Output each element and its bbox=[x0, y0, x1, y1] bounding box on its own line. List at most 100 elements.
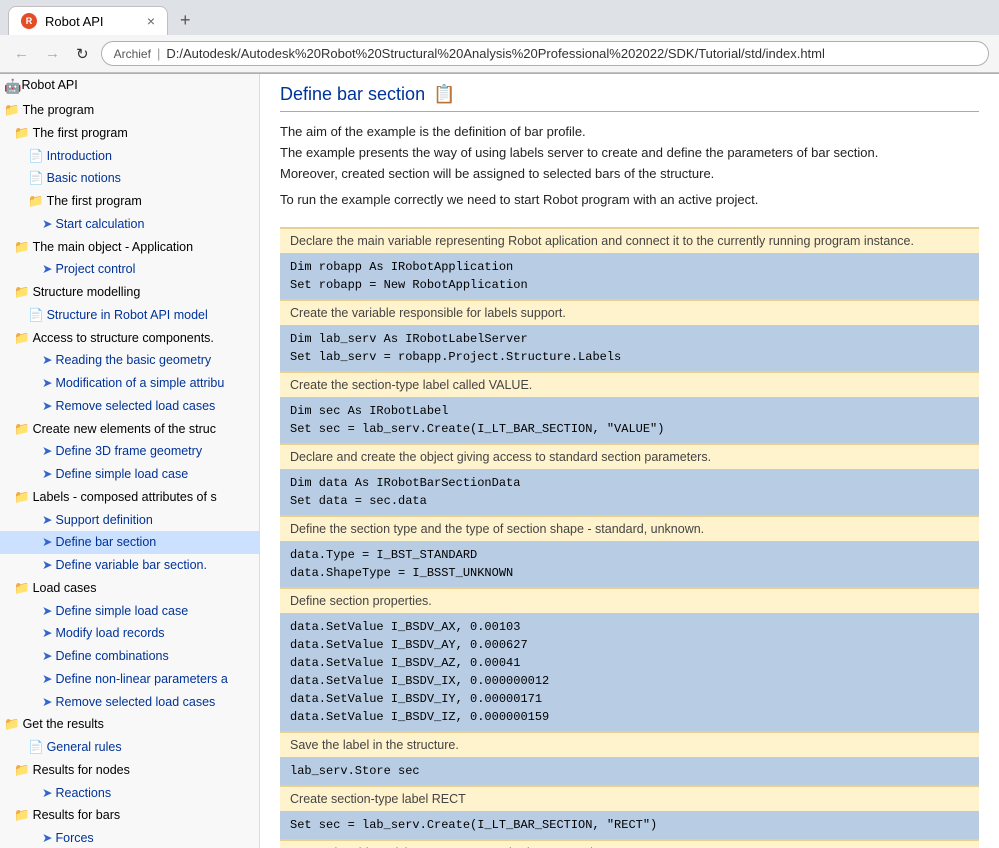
sidebar-item-modification-simple[interactable]: ➤Modification of a simple attribu bbox=[0, 372, 259, 395]
sidebar-item-structure-modelling[interactable]: 📁Structure modelling bbox=[0, 281, 259, 304]
code-code-row: data.SetValue I_BSDV_AX, 0.00103 data.Se… bbox=[280, 613, 979, 732]
description-line: The example presents the way of using la… bbox=[280, 143, 979, 164]
sidebar-item-remove-selected[interactable]: ➤Remove selected load cases bbox=[0, 395, 259, 418]
content-area: Define bar section 📋 The aim of the exam… bbox=[260, 74, 999, 848]
sidebar-item-modify-load-records[interactable]: ➤Modify load records bbox=[0, 622, 259, 645]
code-code-row: lab_serv.Store sec bbox=[280, 757, 979, 786]
tab-title: Robot API bbox=[45, 14, 104, 29]
sidebar-label: Start calculation bbox=[55, 215, 144, 234]
description-line: To run the example correctly we need to … bbox=[280, 190, 979, 211]
sidebar-label: Forces bbox=[55, 829, 93, 848]
code-code-row: data.Type = I_BST_STANDARD data.ShapeTyp… bbox=[280, 541, 979, 588]
code-code-row: Dim lab_serv As IRobotLabelServer Set la… bbox=[280, 325, 979, 372]
page-title-row: Define bar section 📋 bbox=[280, 84, 979, 112]
page-icon: 📋 bbox=[433, 84, 455, 105]
sidebar-label: Define combinations bbox=[55, 647, 168, 666]
sidebar-label: Basic notions bbox=[47, 169, 121, 188]
sidebar-label: Labels - composed attributes of s bbox=[33, 488, 217, 507]
sidebar-label: Remove selected load cases bbox=[55, 693, 215, 712]
sidebar-label: Load cases bbox=[33, 579, 97, 598]
sidebar-item-start-calculation[interactable]: ➤Start calculation bbox=[0, 213, 259, 236]
page-title: Define bar section bbox=[280, 84, 425, 105]
sidebar-label: Structure modelling bbox=[33, 283, 141, 302]
description-line: Moreover, created section will be assign… bbox=[280, 164, 979, 185]
sidebar-item-create-new-elements[interactable]: 📁Create new elements of the struc bbox=[0, 418, 259, 441]
sidebar-item-define-variable-bar[interactable]: ➤Define variable bar section. bbox=[0, 554, 259, 577]
tab-bar: R Robot API × + bbox=[0, 0, 999, 35]
sidebar-label: Reactions bbox=[55, 784, 111, 803]
sidebar-label: The first program bbox=[47, 192, 142, 211]
code-desc-row: Declare the main variable representing R… bbox=[280, 228, 979, 253]
new-tab-button[interactable]: + bbox=[172, 6, 199, 35]
tab-favicon: R bbox=[21, 13, 37, 29]
sidebar-label: Define simple load case bbox=[55, 602, 188, 621]
sidebar-item-the-first-program[interactable]: 📁The first program bbox=[0, 122, 259, 145]
sidebar-item-results-bars[interactable]: 📁Results for bars bbox=[0, 804, 259, 827]
sidebar-item-define-nonlinear[interactable]: ➤Define non-linear parameters a bbox=[0, 668, 259, 691]
sidebar-item-general-rules[interactable]: 📄General rules bbox=[0, 736, 259, 759]
sidebar-label: Access to structure components. bbox=[33, 329, 214, 348]
sidebar-item-robot-api[interactable]: 🤖Robot API bbox=[0, 74, 259, 99]
code-desc-row: Declare and create the object giving acc… bbox=[280, 444, 979, 469]
sidebar-item-reactions[interactable]: ➤Reactions bbox=[0, 782, 259, 805]
sidebar-label: The program bbox=[23, 101, 95, 120]
sidebar-label: General rules bbox=[47, 738, 122, 757]
active-tab[interactable]: R Robot API × bbox=[8, 6, 168, 35]
address-bar[interactable]: Archief | D:/Autodesk/Autodesk%20Robot%2… bbox=[101, 41, 989, 66]
tab-close-button[interactable]: × bbox=[147, 14, 155, 28]
code-desc-row: Save the label in the structure. bbox=[280, 732, 979, 757]
code-desc-row: Define section properties. bbox=[280, 588, 979, 613]
sidebar-label: Define simple load case bbox=[55, 465, 188, 484]
back-button[interactable]: ← bbox=[10, 43, 33, 64]
sidebar-label: Structure in Robot API model bbox=[47, 306, 208, 325]
sidebar-item-define-bar-section[interactable]: ➤Define bar section bbox=[0, 531, 259, 554]
sidebar-item-remove-selected2[interactable]: ➤Remove selected load cases bbox=[0, 691, 259, 714]
sidebar-item-main-object[interactable]: 📁The main object - Application bbox=[0, 236, 259, 259]
sidebar-item-define-simple-load[interactable]: ➤Define simple load case bbox=[0, 463, 259, 486]
sidebar-label: The first program bbox=[33, 124, 128, 143]
sidebar-label: Define variable bar section. bbox=[55, 556, 206, 575]
sidebar-item-support-definition[interactable]: ➤Support definition bbox=[0, 509, 259, 532]
sidebar-label: Reading the basic geometry bbox=[55, 351, 211, 370]
code-code-row: Set sec = lab_serv.Create(I_LT_BAR_SECTI… bbox=[280, 811, 979, 840]
code-code-row: Dim data As IRobotBarSectionData Set dat… bbox=[280, 469, 979, 516]
sidebar-item-define-combinations[interactable]: ➤Define combinations bbox=[0, 645, 259, 668]
sidebar-item-basic-notions[interactable]: 📄Basic notions bbox=[0, 167, 259, 190]
sidebar-label: Define non-linear parameters a bbox=[55, 670, 227, 689]
sidebar-label: Remove selected load cases bbox=[55, 397, 215, 416]
sidebar-label: Define 3D frame geometry bbox=[55, 442, 202, 461]
sidebar-label: The main object - Application bbox=[33, 238, 194, 257]
address-url: D:/Autodesk/Autodesk%20Robot%20Structura… bbox=[166, 46, 825, 61]
sidebar-item-define-3d-frame[interactable]: ➤Define 3D frame geometry bbox=[0, 440, 259, 463]
sidebar-item-reading-basic[interactable]: ➤Reading the basic geometry bbox=[0, 349, 259, 372]
sidebar-label: Results for bars bbox=[33, 806, 121, 825]
sidebar-label: Modification of a simple attribu bbox=[55, 374, 224, 393]
sidebar-item-structure-in-robot[interactable]: 📄Structure in Robot API model bbox=[0, 304, 259, 327]
sidebar-item-labels-composed[interactable]: 📁Labels - composed attributes of s bbox=[0, 486, 259, 509]
refresh-button[interactable]: ↻ bbox=[72, 43, 93, 65]
code-table: Declare the main variable representing R… bbox=[280, 227, 979, 848]
sidebar-label: Get the results bbox=[23, 715, 104, 734]
code-desc-row: Create the variable responsible for labe… bbox=[280, 300, 979, 325]
sidebar-item-access-structure[interactable]: 📁Access to structure components. bbox=[0, 327, 259, 350]
sidebar-item-project-control[interactable]: ➤Project control bbox=[0, 258, 259, 281]
sidebar-item-the-first-program2[interactable]: 📁The first program bbox=[0, 190, 259, 213]
app-body: 🤖Robot API📁The program📁The first program… bbox=[0, 74, 999, 848]
code-desc-row: Create the section-type label called VAL… bbox=[280, 372, 979, 397]
nav-bar: ← → ↻ Archief | D:/Autodesk/Autodesk%20R… bbox=[0, 35, 999, 73]
sidebar-label: Results for nodes bbox=[33, 761, 130, 780]
sidebar-item-results-nodes[interactable]: 📁Results for nodes bbox=[0, 759, 259, 782]
sidebar-item-define-simple-load2[interactable]: ➤Define simple load case bbox=[0, 600, 259, 623]
sidebar-item-introduction[interactable]: 📄Introduction bbox=[0, 145, 259, 168]
browser-chrome: R Robot API × + ← → ↻ Archief | D:/Autod… bbox=[0, 0, 999, 74]
sidebar-item-forces[interactable]: ➤Forces bbox=[0, 827, 259, 848]
description-line: The aim of the example is the definition… bbox=[280, 122, 979, 143]
sidebar-label: Modify load records bbox=[55, 624, 164, 643]
sidebar-label: Create new elements of the struc bbox=[33, 420, 216, 439]
sidebar-item-load-cases[interactable]: 📁Load cases bbox=[0, 577, 259, 600]
forward-button[interactable]: → bbox=[41, 43, 64, 64]
sidebar-item-the-program[interactable]: 📁The program bbox=[0, 99, 259, 122]
sidebar-item-get-results[interactable]: 📁Get the results bbox=[0, 713, 259, 736]
sidebar-label: Support definition bbox=[55, 511, 152, 530]
archive-label: Archief bbox=[114, 47, 151, 61]
